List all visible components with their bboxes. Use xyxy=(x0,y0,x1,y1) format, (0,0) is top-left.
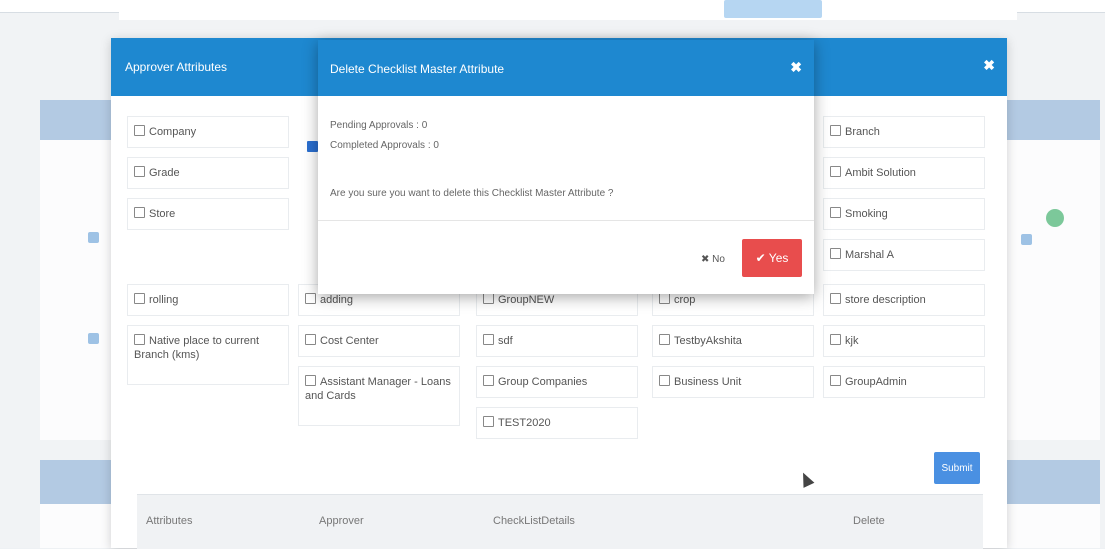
column-header: Attributes xyxy=(146,515,193,527)
underlying-button xyxy=(724,0,822,18)
delete-question-text: Are you sure you want to delete this Che… xyxy=(330,188,614,199)
checkbox[interactable] xyxy=(134,207,145,218)
attribute-label: Grade xyxy=(149,167,180,179)
attribute-label: adding xyxy=(320,294,354,306)
checkbox[interactable] xyxy=(830,166,841,177)
attribute-checkbox-item[interactable]: Group Companies xyxy=(476,366,638,398)
checkbox[interactable] xyxy=(483,375,494,386)
checkbox[interactable] xyxy=(830,125,841,136)
checkbox[interactable] xyxy=(830,334,841,345)
submit-button[interactable]: Submit xyxy=(934,452,980,484)
checkbox[interactable] xyxy=(830,293,841,304)
attribute-checkbox-item[interactable]: Branch xyxy=(823,116,985,148)
checkbox[interactable] xyxy=(134,334,145,345)
delete-modal-header: Delete Checklist Master Attribute ✖ xyxy=(318,40,814,96)
attribute-label: Company xyxy=(149,126,197,138)
attribute-label: GroupNEW xyxy=(498,294,555,306)
checkbox[interactable] xyxy=(305,334,316,345)
checkbox[interactable] xyxy=(483,293,494,304)
attribute-checkbox-item[interactable]: sdf xyxy=(476,325,638,357)
checkbox[interactable] xyxy=(659,375,670,386)
attribute-checkbox-item[interactable]: store description xyxy=(823,284,985,316)
column-header: CheckListDetails xyxy=(493,515,575,527)
no-button[interactable]: ✖ No xyxy=(690,242,736,276)
attribute-label: Store xyxy=(149,208,176,220)
checkbox[interactable] xyxy=(830,207,841,218)
checkbox[interactable] xyxy=(483,416,494,427)
checkbox[interactable] xyxy=(830,375,841,386)
attribute-checkbox-item[interactable]: Marshal A xyxy=(823,239,985,271)
table-header-row: Attributes Approver CheckListDetails Del… xyxy=(137,494,983,549)
attribute-label: kjk xyxy=(845,335,859,347)
checkbox[interactable] xyxy=(483,334,494,345)
attribute-label: Native place to current Branch (kms) xyxy=(134,335,260,361)
status-icon xyxy=(1046,209,1064,227)
checkbox[interactable] xyxy=(305,293,316,304)
attribute-label: TestbyAkshita xyxy=(674,335,742,347)
attribute-label: sdf xyxy=(498,335,513,347)
attribute-checkbox-item[interactable]: rolling xyxy=(127,284,289,316)
delete-confirmation-modal: Delete Checklist Master Attribute ✖ Pend… xyxy=(318,40,814,294)
column-header: Delete xyxy=(853,515,885,527)
attribute-label: Smoking xyxy=(845,208,888,220)
attribute-label: Ambit Solution xyxy=(845,167,916,179)
modal-title: Approver Attributes xyxy=(125,60,228,74)
attribute-label: Business Unit xyxy=(674,376,742,388)
attribute-label: Cost Center xyxy=(320,335,379,347)
attribute-label: Branch xyxy=(845,126,880,138)
checkbox[interactable] xyxy=(659,334,670,345)
attribute-checkbox-item[interactable]: TestbyAkshita xyxy=(652,325,814,357)
attribute-checkbox-item[interactable]: Smoking xyxy=(823,198,985,230)
checkbox[interactable] xyxy=(134,125,145,136)
yes-button[interactable]: ✔ Yes xyxy=(742,239,802,277)
attribute-checkbox-item[interactable]: Assistant Manager - Loans and Cards xyxy=(298,366,460,426)
attribute-checkbox-item[interactable]: Business Unit xyxy=(652,366,814,398)
delete-modal-title: Delete Checklist Master Attribute xyxy=(330,62,505,76)
divider xyxy=(318,220,814,221)
attribute-label: rolling xyxy=(149,294,179,306)
attribute-label: crop xyxy=(674,294,696,306)
attribute-label: Marshal A xyxy=(845,249,894,261)
attribute-checkbox-item[interactable]: Company xyxy=(127,116,289,148)
attribute-checkbox-item[interactable]: TEST2020 xyxy=(476,407,638,439)
underlying-form-row xyxy=(119,0,1017,20)
column-header: Approver xyxy=(319,515,364,527)
attribute-checkbox-item[interactable]: Store xyxy=(127,198,289,230)
background-checkbox xyxy=(1021,234,1032,245)
completed-approvals-text: Completed Approvals : 0 xyxy=(330,140,439,151)
attribute-checkbox-item[interactable]: GroupAdmin xyxy=(823,366,985,398)
checkbox[interactable] xyxy=(659,293,670,304)
attribute-label: store description xyxy=(845,294,926,306)
checkbox[interactable] xyxy=(134,293,145,304)
checkbox[interactable] xyxy=(134,166,145,177)
background-checkbox xyxy=(88,333,99,344)
attribute-checkbox-item[interactable]: Cost Center xyxy=(298,325,460,357)
attribute-checkbox-item[interactable]: kjk xyxy=(823,325,985,357)
attribute-label: TEST2020 xyxy=(498,417,551,429)
close-icon[interactable]: ✖ xyxy=(983,57,995,74)
attribute-label: GroupAdmin xyxy=(845,376,907,388)
pending-approvals-text: Pending Approvals : 0 xyxy=(330,120,428,131)
close-icon[interactable]: ✖ xyxy=(790,59,802,76)
checkbox[interactable] xyxy=(830,248,841,259)
background-checkbox xyxy=(88,232,99,243)
attribute-checkbox-item[interactable]: Ambit Solution xyxy=(823,157,985,189)
attribute-checkbox-item[interactable]: Native place to current Branch (kms) xyxy=(127,325,289,385)
checkbox[interactable] xyxy=(305,375,316,386)
attribute-checkbox-item[interactable]: Grade xyxy=(127,157,289,189)
attribute-label: Assistant Manager - Loans and Cards xyxy=(305,376,451,402)
checkbox[interactable] xyxy=(307,141,318,152)
attribute-label: Group Companies xyxy=(498,376,588,388)
